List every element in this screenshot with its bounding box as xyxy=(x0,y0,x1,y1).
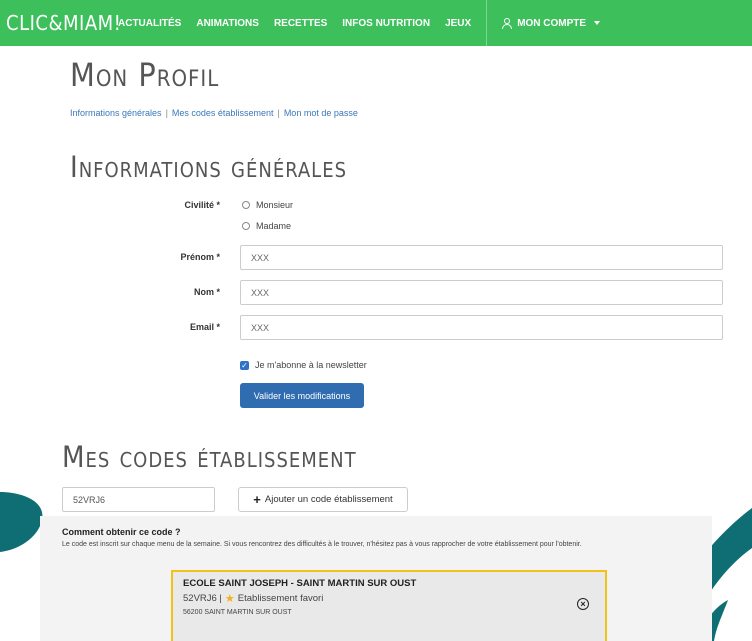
top-navbar: CLIC&MIAM! ACTUALITÉS ANIMATIONS RECETTE… xyxy=(0,0,752,46)
newsletter-checkbox[interactable]: ✓ xyxy=(240,360,249,370)
account-label: MON COMPTE xyxy=(517,17,587,29)
establishment-address: 56200 SAINT MARTIN SUR OUST xyxy=(183,609,292,616)
account-menu[interactable]: MON COMPTE xyxy=(501,17,601,29)
subnav-link-password[interactable]: Mon mot de passe xyxy=(284,108,358,118)
profile-subnav: Informations générales | Mes codes établis… xyxy=(70,108,358,118)
code-field[interactable]: 52VRJ6 xyxy=(62,487,215,512)
establishment-code-line: 52VRJ6 | ★ Etablissement favori xyxy=(183,592,595,605)
nom-label: Nom * xyxy=(193,287,220,297)
nav-divider xyxy=(486,0,488,46)
establishment-card: ECOLE SAINT JOSEPH - SAINT MARTIN SUR OU… xyxy=(171,570,607,641)
newsletter-label: Je m'abonne à la newsletter xyxy=(255,360,367,370)
caret-down-icon xyxy=(594,21,601,25)
prenom-label: Prénom * xyxy=(180,252,220,262)
section-title-informations: Informations générales xyxy=(70,150,347,184)
nav-item-jeux[interactable]: JEUX xyxy=(445,18,471,29)
establishment-code: 52VRJ6 | xyxy=(183,593,222,604)
prenom-field[interactable]: XXX xyxy=(240,245,723,270)
radio-monsieur[interactable]: Monsieur xyxy=(242,200,293,210)
newsletter-option[interactable]: ✓ Je m'abonne à la newsletter xyxy=(240,360,367,370)
email-label: Email * xyxy=(189,322,220,332)
section-title-codes: Mes codes établissement xyxy=(62,440,357,474)
star-icon: ★ xyxy=(224,593,235,605)
email-field[interactable]: XXX xyxy=(240,315,723,340)
howto-text: Le code est inscrit sur chaque menu de l… xyxy=(62,541,582,548)
add-code-label: Ajouter un code établissement xyxy=(264,494,393,505)
subnav-link-informations[interactable]: Informations générales xyxy=(70,108,162,118)
radio-circle-madame[interactable] xyxy=(242,222,250,230)
nav-item-recettes[interactable]: RECETTES xyxy=(274,18,327,29)
user-icon xyxy=(501,18,513,29)
radio-madame[interactable]: Madame xyxy=(242,221,291,231)
page-title: Mon Profil xyxy=(70,56,220,94)
add-code-button[interactable]: + Ajouter un code établissement xyxy=(238,487,408,512)
radio-label-madame: Madame xyxy=(256,221,292,231)
establishment-name: ECOLE SAINT JOSEPH - SAINT MARTIN SUR OU… xyxy=(183,578,417,589)
remove-establishment-icon[interactable]: × xyxy=(577,598,589,610)
radio-circle-monsieur[interactable] xyxy=(242,201,250,209)
submit-button[interactable]: Valider les modifications xyxy=(240,383,364,408)
site-logo[interactable]: CLIC&MIAM! xyxy=(0,11,121,35)
nav-item-animations[interactable]: ANIMATIONS xyxy=(196,18,259,29)
subnav-link-codes[interactable]: Mes codes établissement xyxy=(172,108,274,118)
civilite-label: Civilité * xyxy=(184,200,220,210)
plus-icon: + xyxy=(253,492,261,507)
nom-field[interactable]: XXX xyxy=(240,280,723,305)
favorite-label: Etablissement favori xyxy=(237,593,324,604)
nav-item-infos-nutrition[interactable]: INFOS NUTRITION xyxy=(342,18,430,29)
howto-title: Comment obtenir ce code ? xyxy=(62,527,181,537)
nav-item-actualites[interactable]: ACTUALITÉS xyxy=(118,18,181,29)
radio-label-monsieur: Monsieur xyxy=(256,200,294,210)
